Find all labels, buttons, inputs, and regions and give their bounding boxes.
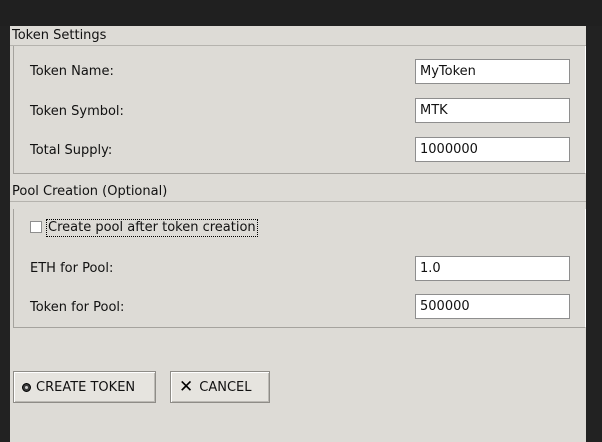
token-name-input[interactable] <box>415 59 570 84</box>
window-titlebar <box>0 0 602 26</box>
cancel-label: CANCEL <box>199 379 252 395</box>
create-pool-checkbox-label[interactable]: Create pool after token creation <box>46 219 258 237</box>
cancel-button[interactable]: ✕ CANCEL <box>170 371 270 403</box>
coin-icon <box>22 382 31 392</box>
token-creation-window: Token Settings Token Name: Token Symbol:… <box>10 26 586 442</box>
token-settings-header: Token Settings <box>10 26 586 46</box>
token-name-label: Token Name: <box>30 64 114 79</box>
x-icon: ✕ <box>179 376 194 397</box>
token-symbol-label: Token Symbol: <box>30 104 124 119</box>
pool-creation-header: Pool Creation (Optional) <box>10 182 586 202</box>
token-for-pool-input[interactable] <box>415 294 570 319</box>
eth-for-pool-label: ETH for Pool: <box>30 261 114 276</box>
eth-for-pool-input[interactable] <box>415 256 570 281</box>
create-token-label: CREATE TOKEN <box>36 379 136 395</box>
create-pool-checkbox[interactable] <box>30 221 42 233</box>
total-supply-label: Total Supply: <box>30 143 113 158</box>
create-token-button[interactable]: CREATE TOKEN <box>13 371 156 403</box>
total-supply-input[interactable] <box>415 137 570 162</box>
token-symbol-input[interactable] <box>415 98 570 123</box>
token-for-pool-label: Token for Pool: <box>30 300 125 315</box>
